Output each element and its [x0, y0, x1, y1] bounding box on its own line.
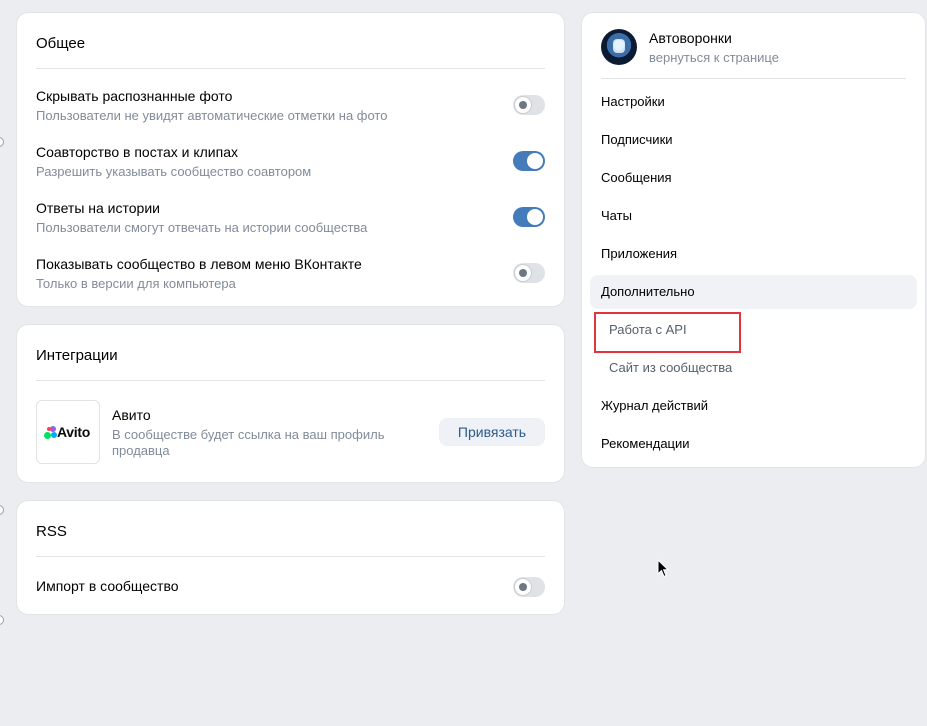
setting-subtitle: Разрешить указывать сообщество соавтором — [36, 164, 312, 179]
menu-item-api[interactable]: Работа с API — [590, 313, 917, 347]
edge-handle — [0, 137, 4, 147]
avito-description-cont: продавца — [112, 443, 170, 458]
card-title: Интеграции — [36, 347, 118, 364]
menu-item-apps[interactable]: Приложения — [590, 237, 917, 271]
edge-handle — [0, 505, 4, 515]
menu-item-settings[interactable]: Настройки — [590, 85, 917, 119]
setting-hide-recognized-photos[interactable]: Скрывать распознанные фото Пользователи … — [36, 88, 545, 128]
avito-description: В сообществе будет ссылка на ваш профиль — [112, 427, 385, 442]
card-title: RSS — [36, 523, 67, 540]
community-name[interactable]: Автоворонки — [649, 30, 732, 46]
sidebar-menu-card: Автоворонки вернуться к странице Настрой… — [581, 12, 926, 468]
general-settings-card: Общее Скрывать распознанные фото Пользов… — [16, 12, 565, 307]
setting-title: Ответы на истории — [36, 200, 160, 216]
avito-logo: Avito — [36, 400, 100, 464]
divider — [36, 68, 545, 69]
menu-item-subscribers[interactable]: Подписчики — [590, 123, 917, 157]
menu-item-community-site[interactable]: Сайт из сообщества — [590, 351, 917, 385]
rss-import-toggle[interactable] — [513, 577, 545, 597]
menu-item-recommendations[interactable]: Рекомендации — [590, 427, 917, 461]
story-replies-toggle[interactable] — [513, 207, 545, 227]
setting-coauthorship[interactable]: Соавторство в постах и клипах Разрешить … — [36, 144, 545, 184]
integrations-card: Интеграции Avito Авито В сообществе буде… — [16, 324, 565, 483]
avito-name: Авито — [112, 407, 151, 423]
setting-title: Скрывать распознанные фото — [36, 88, 233, 104]
menu-item-action-log[interactable]: Журнал действий — [590, 389, 917, 423]
community-avatar[interactable] — [601, 29, 637, 65]
back-to-page-link[interactable]: вернуться к странице — [649, 50, 779, 65]
rss-import-label: Импорт в сообщество — [36, 578, 179, 594]
setting-title: Соавторство в постах и клипах — [36, 144, 238, 160]
avito-dots-icon — [44, 426, 58, 440]
divider — [601, 78, 906, 79]
setting-subtitle: Только в версии для компьютера — [36, 276, 236, 291]
divider — [36, 556, 545, 557]
setting-subtitle: Пользователи смогут отвечать на истории … — [36, 220, 368, 235]
card-title: Общее — [36, 35, 86, 52]
rss-card: RSS Импорт в сообщество — [16, 500, 565, 615]
avito-logo-text: Avito — [57, 424, 90, 440]
avito-bind-button[interactable]: Привязать — [439, 418, 545, 446]
menu-item-additional[interactable]: Дополнительно — [590, 275, 917, 309]
robot-icon — [613, 39, 625, 53]
divider — [36, 380, 545, 381]
setting-left-menu[interactable]: Показывать сообщество в левом меню ВКонт… — [36, 256, 545, 296]
setting-story-replies[interactable]: Ответы на истории Пользователи смогут от… — [36, 200, 545, 240]
menu-item-chats[interactable]: Чаты — [590, 199, 917, 233]
edge-handle — [0, 615, 4, 625]
setting-title: Показывать сообщество в левом меню ВКонт… — [36, 256, 362, 272]
mouse-cursor-icon — [657, 559, 669, 578]
left-menu-toggle[interactable] — [513, 263, 545, 283]
setting-subtitle: Пользователи не увидят автоматические от… — [36, 108, 388, 123]
hide-photos-toggle[interactable] — [513, 95, 545, 115]
coauthorship-toggle[interactable] — [513, 151, 545, 171]
menu-item-messages[interactable]: Сообщения — [590, 161, 917, 195]
